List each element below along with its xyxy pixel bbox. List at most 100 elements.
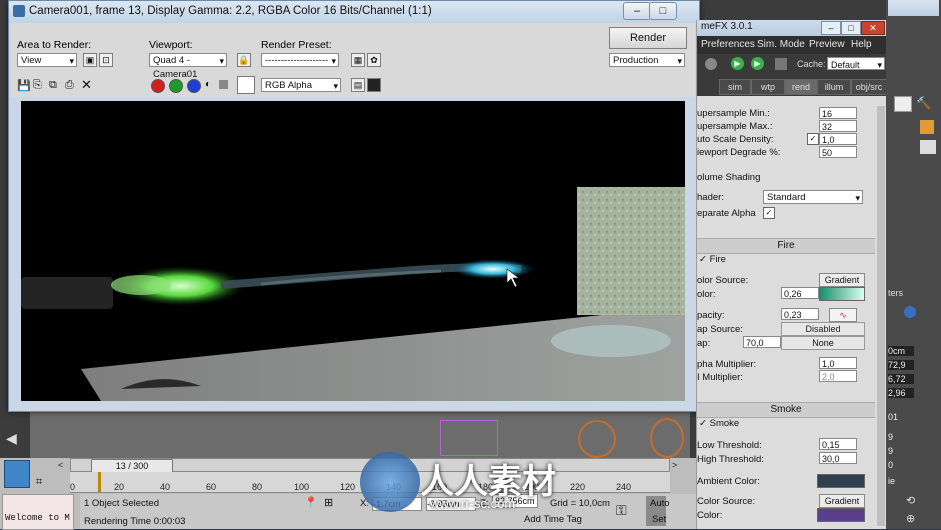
menu-sim-mode[interactable]: Sim. Mode bbox=[757, 39, 805, 50]
menu-preferences[interactable]: Preferences bbox=[701, 39, 755, 50]
production-dropdown[interactable]: Production bbox=[609, 53, 685, 68]
smoke-color-source-button[interactable]: Gradient bbox=[819, 494, 865, 508]
opacity-spinner[interactable]: 0,23 bbox=[781, 308, 819, 320]
value-0cm[interactable]: 0cm bbox=[888, 346, 914, 356]
value-2-96[interactable]: 2,96 bbox=[888, 388, 914, 398]
blue-channel-icon[interactable] bbox=[187, 79, 201, 93]
render-canvas[interactable] bbox=[21, 101, 685, 401]
auto-scale-checkbox[interactable]: ✓ bbox=[807, 133, 819, 145]
opacity-curve-icon[interactable]: ∿ bbox=[829, 308, 857, 322]
edit-region-icon[interactable]: ▣ bbox=[83, 53, 97, 67]
shader-dropdown[interactable]: Standard bbox=[763, 190, 863, 205]
separate-alpha-checkbox[interactable]: ✓ bbox=[763, 207, 775, 219]
map-source-button[interactable]: Disabled bbox=[781, 322, 865, 336]
preview-icon[interactable] bbox=[775, 58, 787, 70]
fire-section-header[interactable]: Fire bbox=[697, 238, 875, 254]
alpha-multiplier-spinner[interactable]: 1,0 bbox=[819, 357, 857, 369]
alpha-channel-icon[interactable]: ◐ bbox=[205, 79, 211, 90]
auto-key-button[interactable]: Auto bbox=[650, 498, 670, 509]
fumefx-close-button[interactable]: ✕ bbox=[861, 21, 885, 35]
supersample-min-spinner[interactable]: 16 bbox=[819, 107, 857, 119]
settings-icon[interactable] bbox=[705, 58, 717, 70]
i-multiplier-spinner[interactable]: 2,0 bbox=[819, 370, 857, 382]
lock-selection-icon[interactable]: 📍 bbox=[304, 496, 318, 509]
area-to-render-dropdown[interactable]: View bbox=[17, 53, 77, 68]
render-window-titlebar[interactable]: Camera001, frame 13, Display Gamma: 2.2,… bbox=[9, 1, 699, 23]
maxscript-listener[interactable]: Welcome to M bbox=[2, 494, 74, 530]
continue-icon[interactable]: ▶ bbox=[751, 57, 764, 70]
fumefx-minimize-button[interactable]: – bbox=[821, 21, 841, 35]
maximize-button[interactable]: □ bbox=[649, 2, 677, 20]
sphere-icon[interactable] bbox=[904, 306, 916, 318]
scroll-left-icon[interactable]: ◀ bbox=[6, 430, 17, 447]
red-channel-icon[interactable] bbox=[151, 79, 165, 93]
viewport-degrade-spinner[interactable]: 50 bbox=[819, 146, 857, 158]
copy-image-icon[interactable]: ⎘ bbox=[33, 79, 42, 92]
add-time-tag[interactable]: Add Time Tag bbox=[524, 514, 582, 525]
display-toggle-icon[interactable]: ▤ bbox=[351, 78, 365, 92]
map-spinner[interactable]: 70,0 bbox=[743, 336, 781, 348]
play-icon[interactable]: ▶ bbox=[731, 57, 744, 70]
color-source-button[interactable]: Gradient bbox=[819, 273, 865, 287]
set-key-button[interactable]: Set bbox=[652, 514, 666, 525]
clone-window-icon[interactable]: ⧉ bbox=[49, 79, 57, 92]
smoke-color-swatch[interactable] bbox=[817, 508, 865, 522]
menu-help[interactable]: Help bbox=[851, 39, 872, 50]
curve-editor-icon[interactable]: ⌗ bbox=[36, 476, 42, 489]
low-threshold-spinner[interactable]: 0,15 bbox=[819, 438, 857, 450]
utilities-icon[interactable]: 🔨 bbox=[916, 96, 932, 110]
display-icon[interactable] bbox=[894, 96, 912, 112]
time-slider-icon[interactable] bbox=[4, 460, 30, 488]
map-source-label: ap Source: bbox=[697, 324, 743, 335]
smoke-checkbox-label[interactable]: ✓ Smoke bbox=[699, 418, 739, 429]
green-channel-icon[interactable] bbox=[169, 79, 183, 93]
print-icon[interactable]: ⎙ bbox=[65, 79, 74, 92]
smoke-color-source-label: Color Source: bbox=[697, 496, 756, 507]
key-icon[interactable]: ⚿ bbox=[616, 502, 627, 519]
lock-icon[interactable]: 🔒 bbox=[237, 53, 251, 67]
supersample-max-spinner[interactable]: 32 bbox=[819, 120, 857, 132]
fumefx-maximize-button[interactable]: □ bbox=[841, 21, 861, 35]
smoke-section-header[interactable]: Smoke bbox=[697, 402, 875, 418]
timeline-prev-icon[interactable]: < bbox=[58, 460, 63, 470]
viewport-dropdown[interactable]: Quad 4 - Camera01 bbox=[149, 53, 227, 80]
frame-window-icon[interactable] bbox=[367, 78, 381, 92]
fire-gradient-swatch[interactable] bbox=[819, 287, 865, 301]
color-swatch-icon[interactable] bbox=[920, 120, 934, 134]
fumefx-menubar: Preferences Sim. Mode Preview Help bbox=[697, 36, 887, 54]
orbit-icon[interactable]: ⟲ bbox=[906, 494, 915, 507]
color-spinner[interactable]: 0,26 bbox=[781, 287, 819, 299]
environment-icon[interactable]: ✿ bbox=[367, 53, 381, 67]
ambient-color-swatch[interactable] bbox=[817, 474, 865, 488]
render-button[interactable]: Render bbox=[609, 27, 687, 49]
fumefx-titlebar[interactable]: meFX 3.0.1 – □ ✕ bbox=[697, 20, 887, 36]
tab-sim[interactable]: sim bbox=[719, 79, 751, 95]
tab-rend[interactable]: rend bbox=[785, 79, 817, 95]
value-6-72[interactable]: 6,72 bbox=[888, 374, 914, 384]
zoom-icon[interactable]: ⊕ bbox=[906, 512, 915, 525]
render-preset-dropdown[interactable]: -------------------- bbox=[261, 53, 339, 68]
auto-region-icon[interactable]: ⊡ bbox=[99, 53, 113, 67]
auto-scale-spinner[interactable]: 1,0 bbox=[819, 133, 857, 145]
panel-scrollbar[interactable] bbox=[877, 106, 885, 526]
channel-dropdown[interactable]: RGB Alpha bbox=[261, 78, 341, 93]
clear-icon[interactable]: ✕ bbox=[81, 77, 92, 93]
value-72-9[interactable]: 72,9 bbox=[888, 360, 914, 370]
timeline-next-icon[interactable]: > bbox=[672, 460, 677, 470]
render-setup-icon[interactable]: ▦ bbox=[351, 53, 365, 67]
time-slider-thumb[interactable]: 13 / 300 bbox=[91, 459, 173, 473]
swatch-box[interactable] bbox=[237, 76, 255, 94]
monochrome-icon[interactable] bbox=[219, 80, 228, 89]
cache-dropdown[interactable]: Default bbox=[827, 57, 885, 72]
high-threshold-spinner[interactable]: 30,0 bbox=[819, 452, 857, 464]
tab-wtp[interactable]: wtp bbox=[751, 79, 785, 95]
tab-obj-src[interactable]: obj/src bbox=[851, 79, 887, 95]
save-image-icon[interactable]: 💾 bbox=[17, 79, 31, 92]
tab-illum[interactable]: illum bbox=[817, 79, 851, 95]
map-none-button[interactable]: None bbox=[781, 336, 865, 350]
minimize-button[interactable]: – bbox=[623, 2, 651, 20]
absolute-mode-icon[interactable]: ⊞ bbox=[324, 496, 333, 509]
dropdown-icon[interactable] bbox=[920, 140, 936, 154]
fire-checkbox-label[interactable]: ✓ Fire bbox=[699, 254, 726, 265]
menu-preview[interactable]: Preview bbox=[809, 39, 845, 50]
